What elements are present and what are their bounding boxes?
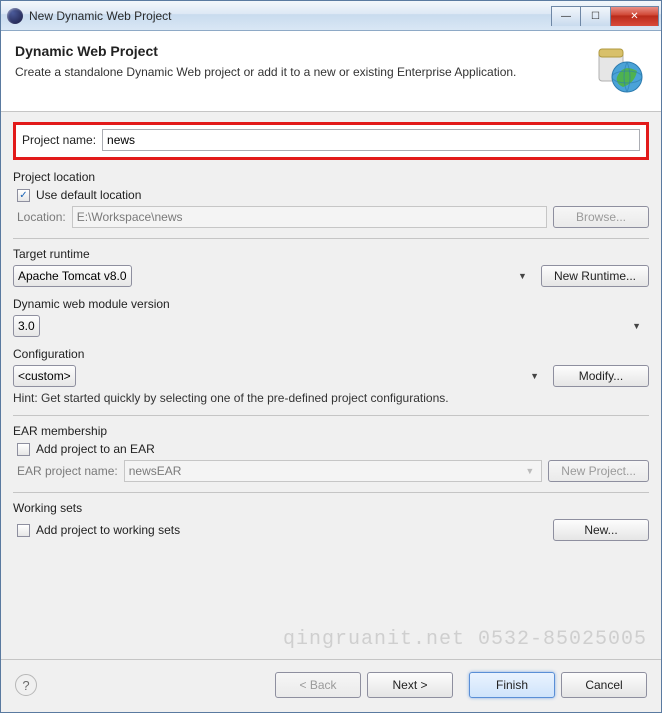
titlebar[interactable]: New Dynamic Web Project — ☐ ✕ [1, 1, 661, 31]
add-to-ear-label: Add project to an EAR [36, 442, 155, 456]
window-controls: — ☐ ✕ [551, 6, 659, 26]
ear-name-select-wrap: ▼ [124, 460, 543, 482]
maximize-button[interactable]: ☐ [581, 6, 611, 26]
wizard-banner: Dynamic Web Project Create a standalone … [1, 31, 661, 112]
project-name-row: Project name: [13, 122, 649, 160]
new-ear-project-button[interactable]: New Project... [548, 460, 649, 482]
add-to-working-sets-checkbox[interactable]: ✓ [17, 524, 30, 537]
new-working-set-button[interactable]: New... [553, 519, 649, 541]
chevron-down-icon: ▼ [632, 321, 641, 331]
target-runtime-select-wrap: Apache Tomcat v8.0 ▼ [13, 265, 535, 287]
target-runtime-select[interactable]: Apache Tomcat v8.0 [13, 265, 132, 287]
project-location-group: Project location ✓ Use default location … [13, 170, 649, 228]
wizard-heading: Dynamic Web Project [15, 43, 593, 59]
project-name-label: Project name: [22, 133, 96, 147]
configuration-hint: Hint: Get started quickly by selecting o… [13, 391, 649, 405]
ear-name-input [124, 460, 543, 482]
back-button[interactable]: < Back [275, 672, 361, 698]
next-button[interactable]: Next > [367, 672, 453, 698]
globe-jar-icon [593, 43, 647, 97]
ear-title: EAR membership [13, 424, 649, 438]
location-label: Location: [17, 210, 66, 224]
cancel-button[interactable]: Cancel [561, 672, 647, 698]
location-input [72, 206, 547, 228]
module-version-select-wrap: 3.0 ▼ [13, 315, 649, 337]
target-runtime-title: Target runtime [13, 247, 649, 261]
close-button[interactable]: ✕ [611, 6, 659, 26]
separator [13, 492, 649, 493]
finish-button[interactable]: Finish [469, 672, 555, 698]
use-default-location-checkbox[interactable]: ✓ [17, 189, 30, 202]
working-sets-group: Working sets ✓ Add project to working se… [13, 501, 649, 541]
ear-name-label: EAR project name: [17, 464, 118, 478]
working-sets-title: Working sets [13, 501, 649, 515]
wizard-footer: ? < Back Next > Finish Cancel [1, 659, 661, 712]
module-version-group: Dynamic web module version 3.0 ▼ [13, 297, 649, 337]
ear-group: EAR membership ✓ Add project to an EAR E… [13, 424, 649, 482]
modify-button[interactable]: Modify... [553, 365, 649, 387]
watermark-text: qingruanit.net 0532-85025005 [283, 628, 647, 651]
new-runtime-button[interactable]: New Runtime... [541, 265, 649, 287]
separator [13, 238, 649, 239]
configuration-select-wrap: <custom> ▼ [13, 365, 547, 387]
module-version-select[interactable]: 3.0 [13, 315, 40, 337]
chevron-down-icon: ▼ [518, 271, 527, 281]
configuration-title: Configuration [13, 347, 649, 361]
wizard-description: Create a standalone Dynamic Web project … [15, 65, 593, 79]
separator [13, 415, 649, 416]
eclipse-icon [7, 8, 23, 24]
project-name-input[interactable] [102, 129, 640, 151]
configuration-select[interactable]: <custom> [13, 365, 76, 387]
chevron-down-icon: ▼ [530, 371, 539, 381]
use-default-location-label: Use default location [36, 188, 141, 202]
wizard-content: Project name: Project location ✓ Use def… [1, 112, 661, 659]
module-version-title: Dynamic web module version [13, 297, 649, 311]
project-location-title: Project location [13, 170, 649, 184]
target-runtime-group: Target runtime Apache Tomcat v8.0 ▼ New … [13, 247, 649, 287]
window-title: New Dynamic Web Project [29, 9, 172, 23]
add-to-working-sets-label: Add project to working sets [36, 523, 547, 537]
add-to-ear-checkbox[interactable]: ✓ [17, 443, 30, 456]
browse-button[interactable]: Browse... [553, 206, 649, 228]
help-icon[interactable]: ? [15, 674, 37, 696]
dialog-window: New Dynamic Web Project — ☐ ✕ Dynamic We… [0, 0, 662, 713]
configuration-group: Configuration <custom> ▼ Modify... Hint:… [13, 347, 649, 405]
minimize-button[interactable]: — [551, 6, 581, 26]
